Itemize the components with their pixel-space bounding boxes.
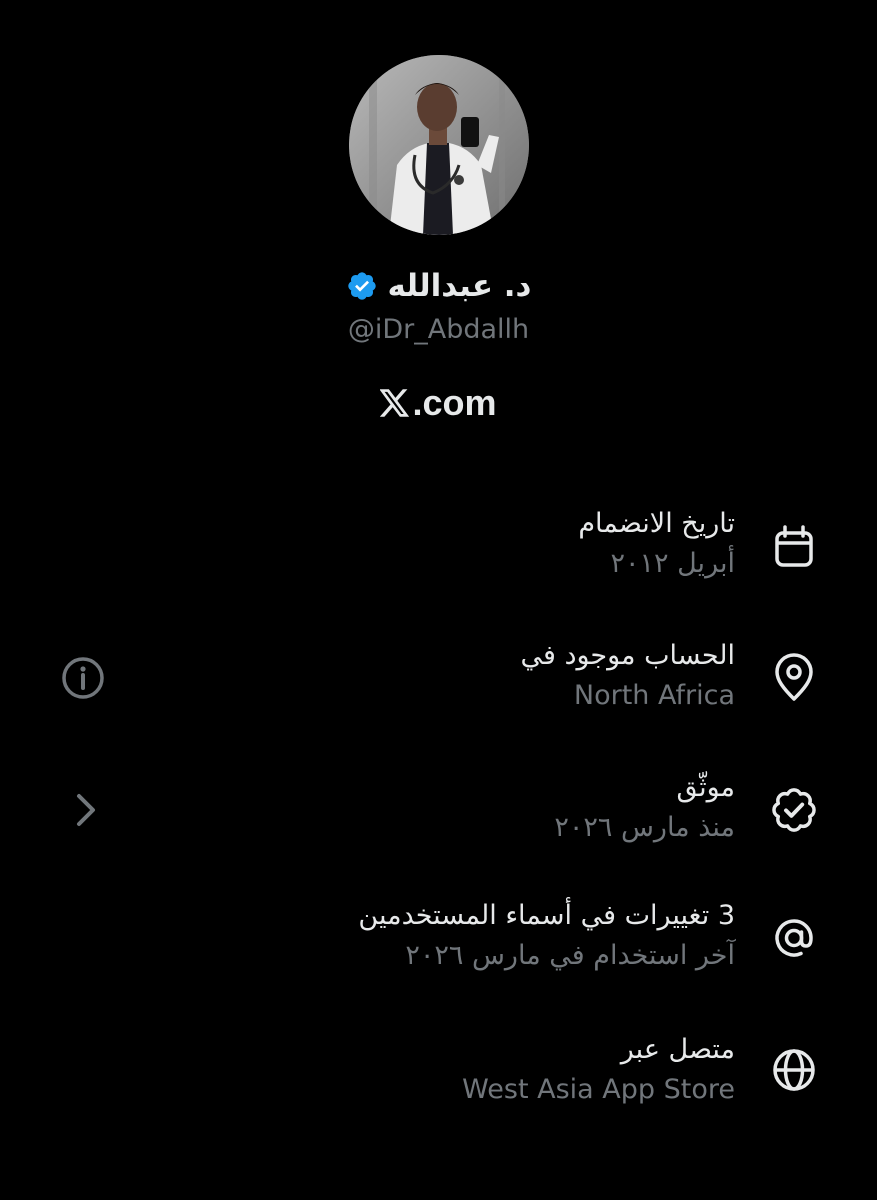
row-title: موثّق — [676, 772, 735, 803]
at-sign-icon — [768, 912, 820, 964]
name-row: د. عبدالله — [0, 262, 877, 310]
row-title: 3 تغييرات في أسماء المستخدمين — [358, 900, 735, 931]
verified-outline-icon — [768, 784, 820, 836]
globe-icon — [768, 1044, 820, 1096]
row-title: الحساب موجود في — [520, 640, 735, 671]
row-subtitle: North Africa — [573, 680, 735, 711]
row-title: متصل عبر — [620, 1034, 735, 1065]
row-subtitle: أبريل ٢٠١٢ — [610, 548, 735, 579]
about-row-verified: موثّق منذ مارس ٢٠٢٦ — [0, 768, 877, 878]
about-row-joined: تاريخ الانضمام أبريل ٢٠١٢ — [0, 504, 877, 614]
x-brand: .com — [0, 378, 877, 428]
row-subtitle: آخر استخدام في مارس ٢٠٢٦ — [405, 940, 735, 971]
about-row-username-changes: 3 تغييرات في أسماء المستخدمين آخر استخدا… — [0, 896, 877, 1006]
profile-avatar[interactable] — [349, 55, 529, 235]
x-logo-icon — [380, 389, 410, 417]
row-title: تاريخ الانضمام — [578, 508, 735, 539]
location-pin-icon — [768, 652, 820, 704]
profile-photo — [349, 55, 529, 235]
about-row-location: الحساب موجود في North Africa — [0, 636, 877, 746]
profile-handle: @iDr_Abdallh — [347, 314, 530, 345]
row-subtitle: West Asia App Store — [462, 1074, 735, 1105]
chevron-right-icon[interactable] — [62, 786, 110, 834]
verified-badge-icon — [347, 272, 376, 300]
brand-domain: .com — [412, 382, 497, 423]
calendar-icon — [768, 522, 820, 574]
info-icon[interactable] — [59, 654, 107, 702]
row-subtitle: منذ مارس ٢٠٢٦ — [554, 812, 735, 843]
display-name: د. عبدالله — [387, 268, 532, 304]
about-row-connected-via: متصل عبر West Asia App Store — [0, 1030, 877, 1140]
